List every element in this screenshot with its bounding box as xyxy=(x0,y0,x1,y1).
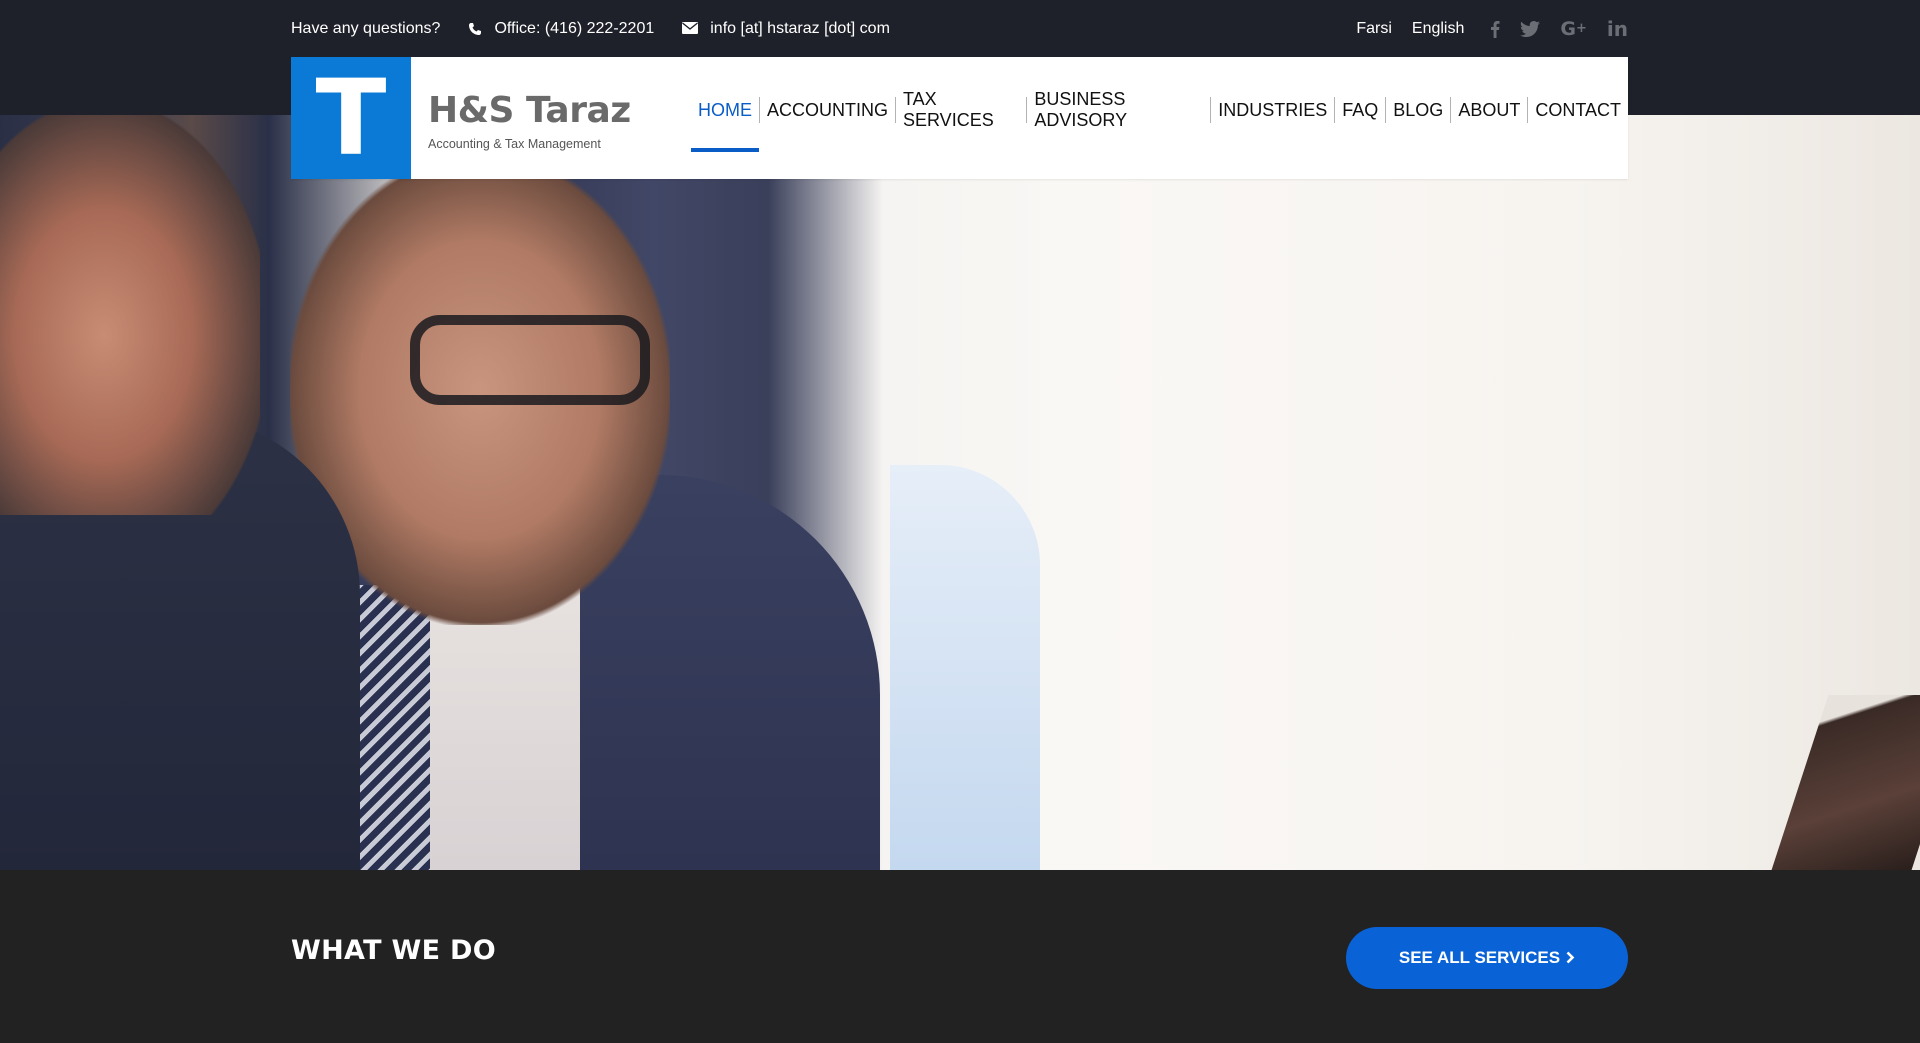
see-all-services-button[interactable]: SEE ALL SERVICES xyxy=(1346,927,1628,989)
hero-image xyxy=(0,115,1920,870)
chevron-right-icon xyxy=(1566,948,1575,969)
email-address: info [at] hstaraz [dot] com xyxy=(710,19,890,37)
hero-person2-face xyxy=(0,115,260,515)
nav-accounting[interactable]: ACCOUNTING xyxy=(759,97,895,123)
twitter-icon[interactable] xyxy=(1520,20,1541,37)
nav-faq[interactable]: FAQ xyxy=(1334,97,1385,123)
envelope-icon xyxy=(682,21,699,36)
button-label: SEE ALL SERVICES xyxy=(1398,948,1561,967)
hero-person-glasses xyxy=(410,315,650,405)
nav-home[interactable]: HOME xyxy=(691,97,759,152)
lang-farsi[interactable]: Farsi xyxy=(1356,20,1392,38)
linkedin-icon[interactable]: in xyxy=(1607,17,1628,41)
hero-window-background xyxy=(1040,115,1920,870)
facebook-icon[interactable] xyxy=(1490,20,1500,38)
nav-about[interactable]: ABOUT xyxy=(1450,97,1527,123)
main-nav: HOME ACCOUNTING TAX SERVICES BUSINESS AD… xyxy=(691,89,1628,152)
hero-sleeve xyxy=(890,465,1040,870)
phone-number: Office: (416) 222-2201 xyxy=(494,19,655,37)
logo-title: H&S Taraz xyxy=(428,89,631,131)
logo-text[interactable]: H&S Taraz Accounting & Tax Management xyxy=(428,57,631,179)
logo-mark[interactable]: T xyxy=(291,57,411,179)
logo-subtitle: Accounting & Tax Management xyxy=(428,136,601,151)
nav-tax-services[interactable]: TAX SERVICES xyxy=(895,89,1026,130)
nav-industries[interactable]: INDUSTRIES xyxy=(1210,97,1334,123)
section-title: WHAT WE DO xyxy=(291,935,496,966)
what-we-do-section: WHAT WE DO SEE ALL SERVICES xyxy=(0,870,1920,1043)
contact-info: Have any questions? Office: (416) 222-22… xyxy=(291,20,918,38)
phone-contact[interactable]: Office: (416) 222-2201 xyxy=(468,20,654,38)
nav-blog[interactable]: BLOG xyxy=(1385,97,1450,123)
questions-text: Have any questions? xyxy=(291,19,441,37)
email-contact[interactable]: info [at] hstaraz [dot] com xyxy=(682,20,890,38)
social-links: G + in xyxy=(1490,17,1628,41)
site-header: T H&S Taraz Accounting & Tax Management … xyxy=(291,57,1628,179)
language-switcher: Farsi English xyxy=(1356,20,1464,38)
nav-contact[interactable]: CONTACT xyxy=(1527,97,1628,123)
lang-english[interactable]: English xyxy=(1412,20,1464,38)
nav-business-advisory[interactable]: BUSINESS ADVISORY xyxy=(1026,89,1210,130)
phone-icon xyxy=(468,22,482,36)
google-plus-icon[interactable]: G + xyxy=(1560,18,1587,40)
